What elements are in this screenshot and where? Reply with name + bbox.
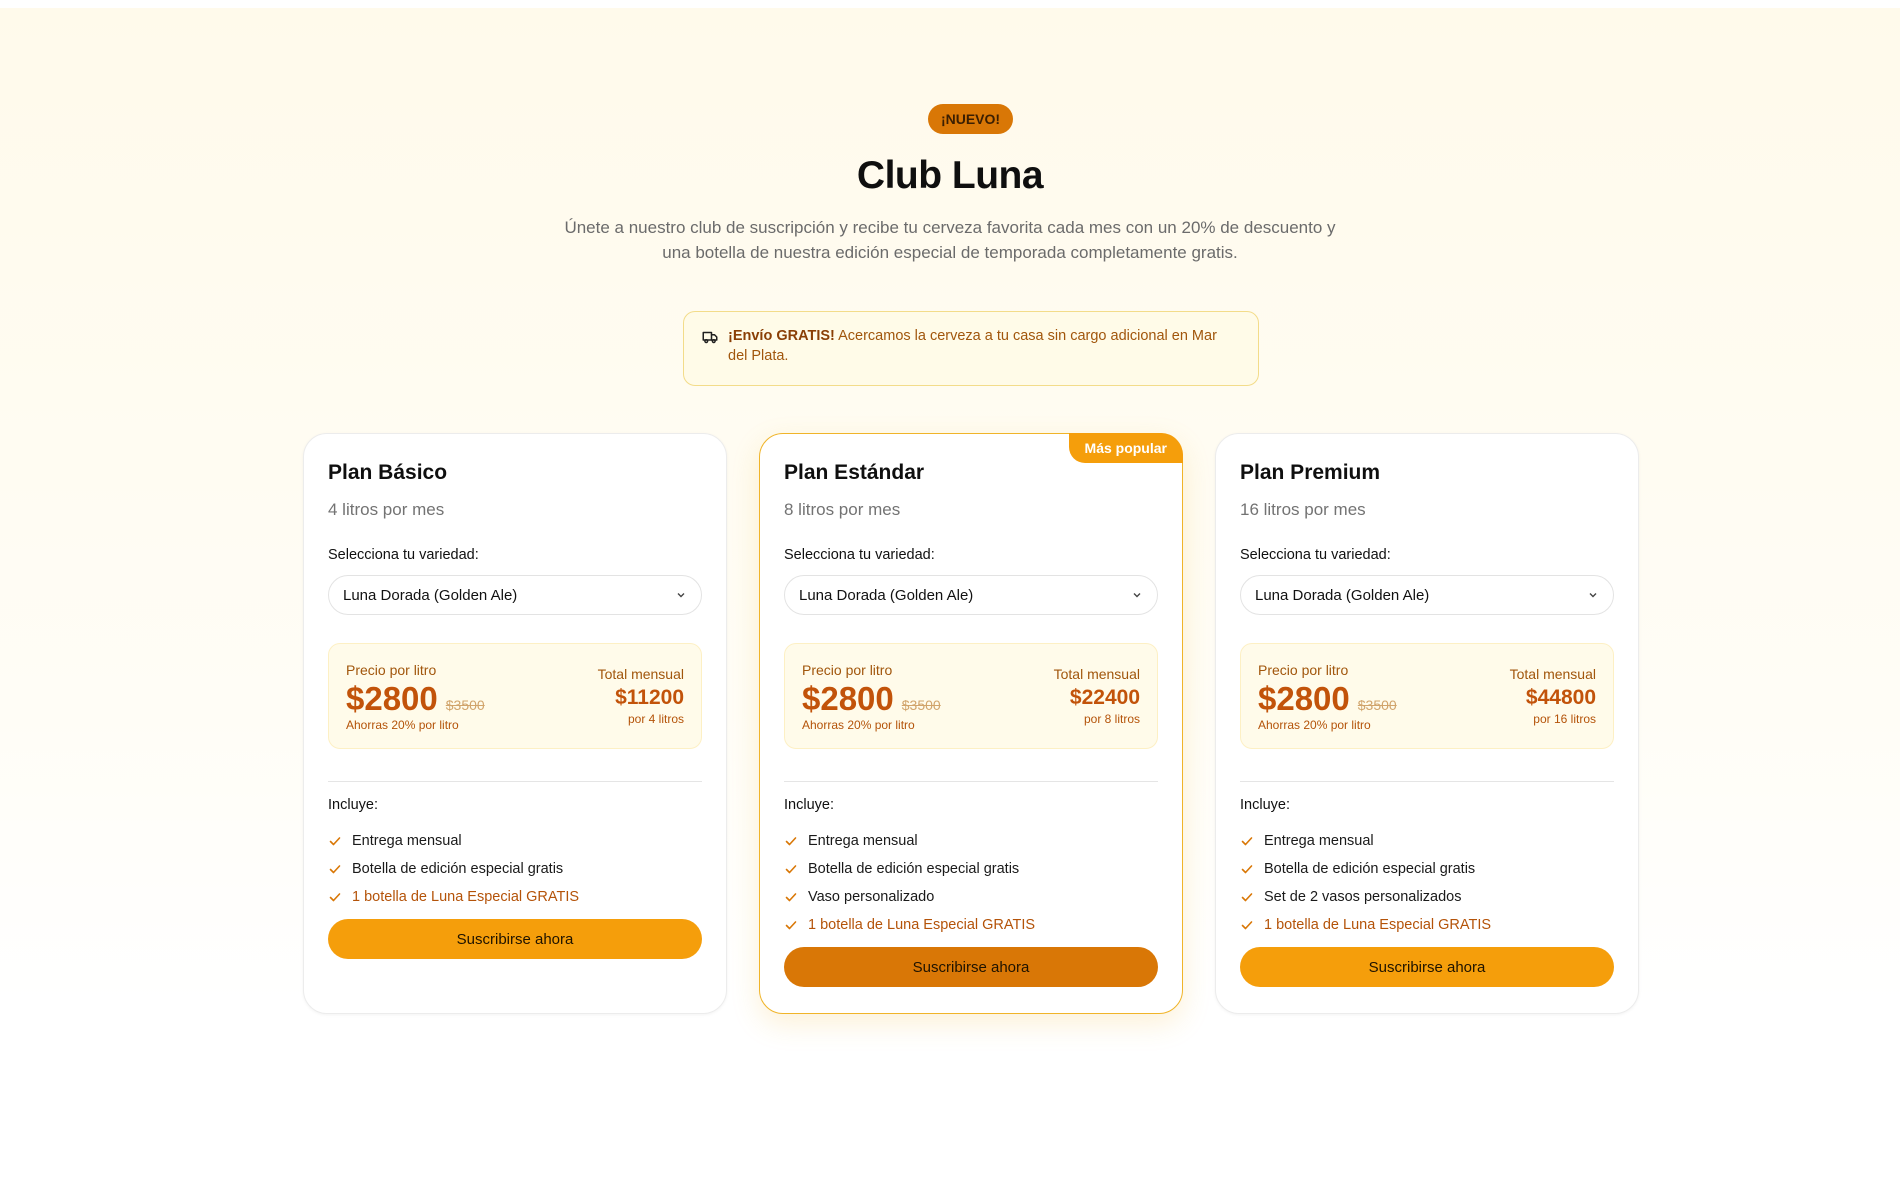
check-icon xyxy=(1241,837,1253,846)
check-icon xyxy=(1241,893,1253,902)
feature-item: 1 botella de Luna Especial GRATIS xyxy=(328,883,702,911)
plan-card-basic: Plan Básico 4 litros por mes Selecciona … xyxy=(303,433,727,1014)
check-icon xyxy=(1241,921,1253,930)
variety-selected-value: Luna Dorada (Golden Ale) xyxy=(343,586,518,604)
chevron-down-icon xyxy=(1133,593,1141,598)
total-sub: por 8 litros xyxy=(1083,712,1140,726)
plan-card-standard: Más popular Plan Estándar 8 litros por m… xyxy=(759,433,1183,1014)
price-label: Precio por litro xyxy=(346,662,437,678)
check-icon xyxy=(785,837,797,846)
feature-item: Set de 2 vasos personalizados xyxy=(1240,883,1614,911)
variety-selected-value: Luna Dorada (Golden Ale) xyxy=(799,586,974,604)
truck-icon xyxy=(702,331,718,344)
price-box: Precio por litro $2800 $3500 Ahorras 20%… xyxy=(328,643,702,749)
price-per-liter: $2800 xyxy=(346,680,438,717)
feature-item: 1 botella de Luna Especial GRATIS xyxy=(1240,911,1614,939)
feature-text: Set de 2 vasos personalizados xyxy=(1264,889,1462,905)
subscribe-button[interactable]: Suscribirse ahora xyxy=(1240,947,1614,987)
feature-item: Entrega mensual xyxy=(328,827,702,855)
old-price: $3500 xyxy=(445,697,485,713)
feature-text: Entrega mensual xyxy=(1264,833,1374,849)
feature-item: Botella de edición especial gratis xyxy=(1240,855,1614,883)
feature-text: Botella de edición especial gratis xyxy=(808,861,1020,877)
check-icon xyxy=(785,865,797,874)
feature-text: Botella de edición especial gratis xyxy=(1264,861,1476,877)
feature-text: 1 botella de Luna Especial GRATIS xyxy=(352,889,580,905)
shipping-strong: ¡Envío GRATIS! xyxy=(728,328,835,344)
price-per-liter: $2800 xyxy=(1258,680,1350,717)
variety-select[interactable]: Luna Dorada (Golden Ale) xyxy=(1240,575,1614,615)
old-price: $3500 xyxy=(1357,697,1397,713)
feature-item: Vaso personalizado xyxy=(784,883,1158,911)
page-title: Club Luna xyxy=(856,154,1044,197)
check-icon xyxy=(329,893,341,902)
chevron-down-icon xyxy=(677,593,685,598)
plan-liters: 4 litros por mes xyxy=(328,500,445,519)
feature-list: Entrega mensual Botella de edición especi… xyxy=(328,827,702,911)
check-icon xyxy=(329,865,341,874)
plan-liters: 8 litros por mes xyxy=(784,500,901,519)
subscribe-button[interactable]: Suscribirse ahora xyxy=(328,919,702,959)
total-label: Total mensual xyxy=(1053,666,1140,682)
feature-text: 1 botella de Luna Especial GRATIS xyxy=(1264,917,1492,933)
plan-liters: 16 litros por mes xyxy=(1240,500,1366,519)
price-per-liter: $2800 xyxy=(802,680,894,717)
plan-name: Plan Premium xyxy=(1240,461,1381,484)
feature-item: 1 botella de Luna Especial GRATIS xyxy=(784,911,1158,939)
check-icon xyxy=(1241,865,1253,874)
old-price: $3500 xyxy=(901,697,941,713)
total-monthly: $11200 xyxy=(615,686,684,709)
includes-label: Incluye: xyxy=(328,797,378,813)
variety-select[interactable]: Luna Dorada (Golden Ale) xyxy=(328,575,702,615)
feature-item: Botella de edición especial gratis xyxy=(328,855,702,883)
check-icon xyxy=(329,837,341,846)
divider xyxy=(1240,781,1614,782)
plan-name: Plan Básico xyxy=(328,461,448,484)
feature-text: Entrega mensual xyxy=(352,833,462,849)
shipping-notice: ¡Envío GRATIS! Acercamos la cerveza a tu… xyxy=(683,311,1259,386)
feature-list: Entrega mensual Botella de edición especi… xyxy=(1240,827,1614,939)
total-sub: por 4 litros xyxy=(627,712,684,726)
variety-label: Selecciona tu variedad: xyxy=(328,547,479,563)
variety-label: Selecciona tu variedad: xyxy=(784,547,935,563)
top-bar xyxy=(0,0,1900,8)
variety-selected-value: Luna Dorada (Golden Ale) xyxy=(1255,586,1430,604)
price-label: Precio por litro xyxy=(1258,662,1349,678)
check-icon xyxy=(785,921,797,930)
check-icon xyxy=(785,893,797,902)
total-label: Total mensual xyxy=(1509,666,1596,682)
plan-name: Plan Estándar xyxy=(784,461,925,484)
price-box: Precio por litro $2800 $3500 Ahorras 20%… xyxy=(784,643,1158,749)
feature-item: Entrega mensual xyxy=(1240,827,1614,855)
total-monthly: $44800 xyxy=(1525,686,1596,709)
page-subtitle: Únete a nuestro club de suscripción y re… xyxy=(564,218,1336,262)
saving-text: Ahorras 20% por litro xyxy=(346,718,459,732)
plan-card-premium: Plan Premium 16 litros por mes Seleccion… xyxy=(1215,433,1639,1014)
chevron-down-icon xyxy=(1589,593,1597,598)
feature-text: Botella de edición especial gratis xyxy=(352,861,564,877)
variety-label: Selecciona tu variedad: xyxy=(1240,547,1391,563)
feature-item: Entrega mensual xyxy=(784,827,1158,855)
subscribe-button[interactable]: Suscribirse ahora xyxy=(784,947,1158,987)
feature-list: Entrega mensual Botella de edición especi… xyxy=(784,827,1158,939)
feature-item: Botella de edición especial gratis xyxy=(784,855,1158,883)
includes-label: Incluye: xyxy=(1240,797,1290,813)
price-box: Precio por litro $2800 $3500 Ahorras 20%… xyxy=(1240,643,1614,749)
variety-select[interactable]: Luna Dorada (Golden Ale) xyxy=(784,575,1158,615)
feature-text: 1 botella de Luna Especial GRATIS xyxy=(808,917,1036,933)
total-sub: por 16 litros xyxy=(1533,712,1596,726)
saving-text: Ahorras 20% por litro xyxy=(802,718,915,732)
divider xyxy=(328,781,702,782)
price-label: Precio por litro xyxy=(802,662,893,678)
total-label: Total mensual xyxy=(597,666,684,682)
new-badge: ¡NUEVO! xyxy=(928,104,1013,134)
feature-text: Vaso personalizado xyxy=(808,889,935,905)
includes-label: Incluye: xyxy=(784,797,834,813)
saving-text: Ahorras 20% por litro xyxy=(1258,718,1371,732)
feature-text: Entrega mensual xyxy=(808,833,918,849)
divider xyxy=(784,781,1158,782)
total-monthly: $22400 xyxy=(1069,686,1140,709)
